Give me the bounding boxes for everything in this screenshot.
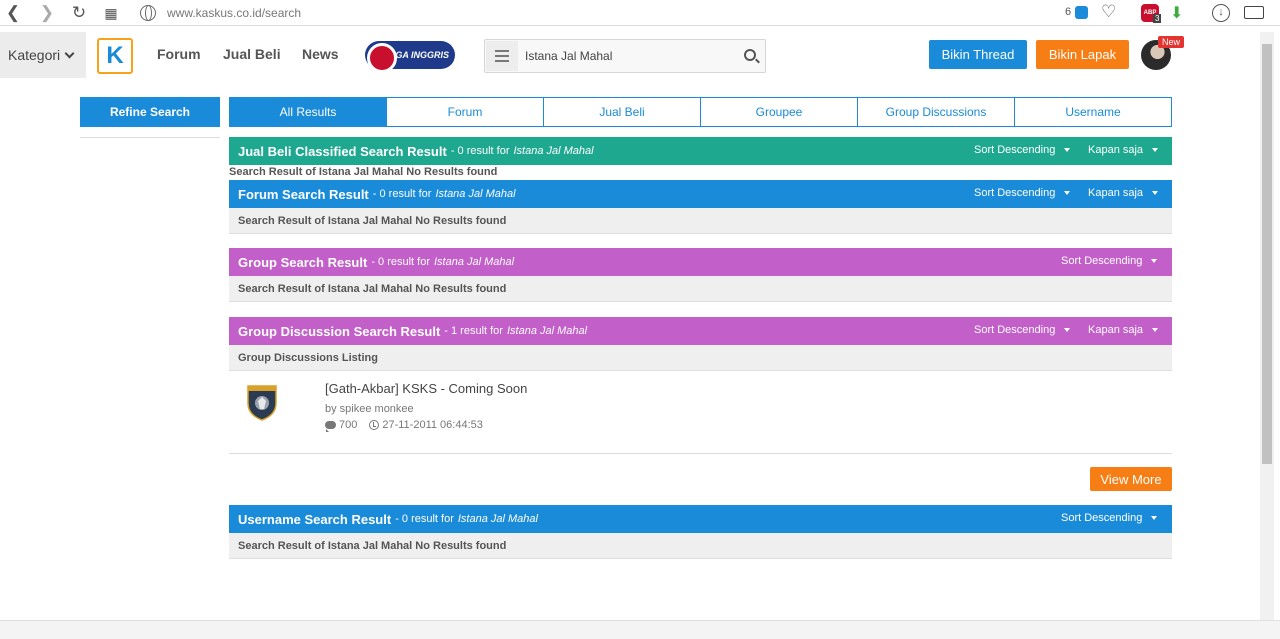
reload-icon[interactable]: ↻ [68,3,90,23]
sort-dropdown[interactable]: Sort Descending [1061,512,1157,524]
tab-groupee[interactable]: Groupee [701,98,858,126]
downloads-icon[interactable]: ↓ [1212,4,1230,22]
url-text: www.kaskus.co.id/search [167,6,302,20]
site-header: Kategori K Forum Jual Beli News LIGA ING… [0,32,1260,78]
search-input[interactable]: Istana Jal Mahal [525,49,612,63]
tab-forum[interactable]: Forum [387,98,544,126]
query-text: Istana Jal Mahal [513,145,594,157]
scrollbar-thumb[interactable] [1262,44,1272,464]
search-menu-icon[interactable] [486,41,518,71]
extension-count: 6 [1065,6,1072,18]
group-section-header: Group Search Result - 0 result for Istan… [229,248,1172,276]
nav-news[interactable]: News [302,46,339,62]
battery-icon [1244,6,1264,19]
sort-dropdown[interactable]: Sort Descending [1061,255,1157,267]
username-section-header: Username Search Result - 0 result for Is… [229,505,1172,533]
globe-icon [140,5,156,21]
comment-icon [325,421,336,432]
footer-strip [0,620,1280,639]
query-text: Istana Jal Mahal [506,325,588,337]
page-scrollbar[interactable] [1260,32,1274,620]
kategori-label: Kategori [8,47,61,63]
section-title: Group Discussion Search Result [238,323,441,339]
result-count: - 0 result for [372,188,432,200]
discussion-date: 27-11-2011 06:44:53 [382,419,483,431]
adblock-count: 3 [1153,14,1162,23]
forward-icon[interactable]: ❯ [36,3,58,23]
new-badge: New [1158,36,1185,48]
bikin-thread-button[interactable]: Bikin Thread [929,40,1027,69]
forum-section-header: Forum Search Result - 0 result for Istan… [229,180,1172,208]
address-bar[interactable]: www.kaskus.co.id/search [134,1,1094,25]
jual-beli-section-header: Jual Beli Classified Search Result - 0 r… [229,137,1172,165]
tab-all-results[interactable]: All Results [230,98,387,126]
result-tabs: All Results Forum Jual Beli Groupee Grou… [229,97,1172,127]
username-no-results: Search Result of Istana Jal Mahal No Res… [229,533,1172,559]
result-count: - 0 result for [395,513,454,525]
comment-count-group: 700 [325,419,358,432]
search-box: Istana Jal Mahal [484,39,766,73]
discussion-author: by spikee monkee [325,403,414,415]
section-title: Forum Search Result [238,186,369,202]
group-discussions-listing-label: Group Discussions Listing [229,345,1172,371]
heart-icon[interactable]: ♡ [1101,2,1116,22]
kategori-dropdown[interactable]: Kategori [0,32,86,78]
query-text: Istana Jal Mahal [435,188,516,200]
bikin-lapak-button[interactable]: Bikin Lapak [1036,40,1129,69]
sort-dropdown[interactable]: Sort Descending [974,144,1070,156]
clock-icon [369,420,380,430]
chevron-down-icon [64,48,75,58]
group-discussion-section-header: Group Discussion Search Result - 1 resul… [229,317,1172,345]
discussion-meta: 700 27-11-2011 06:44:53 [325,419,483,432]
apps-grid-icon[interactable]: ▦ [100,3,122,23]
forum-no-results: Search Result of Istana Jal Mahal No Res… [229,208,1172,234]
search-icon[interactable] [744,49,756,61]
nav-jual-beli[interactable]: Jual Beli [223,46,281,62]
jual-beli-no-results: Search Result of Istana Jal Mahal No Res… [229,166,498,178]
section-title: Username Search Result [238,511,392,527]
liga-inggris-logo[interactable]: LIGA INGGRIS [365,41,455,73]
date-group: 27-11-2011 06:44:53 [369,419,483,431]
comment-count: 700 [339,419,358,431]
query-text: Istana Jal Mahal [434,256,515,268]
browser-toolbar: ❮ ❯ ↻ ▦ www.kaskus.co.id/search 6 ♡ ABP … [0,0,1280,26]
download-arrow-icon[interactable]: ⬇ [1170,3,1183,23]
group-no-results: Search Result of Istana Jal Mahal No Res… [229,276,1172,302]
sidebar-divider [80,137,220,138]
time-dropdown[interactable]: Kapan saja [1088,324,1158,336]
list-item[interactable]: [Gath-Akbar] KSKS - Coming Soon by spike… [229,371,1172,454]
tab-username[interactable]: Username [1015,98,1171,126]
time-dropdown[interactable]: Kapan saja [1088,187,1158,199]
back-icon[interactable]: ❮ [2,3,24,23]
sort-dropdown[interactable]: Sort Descending [974,324,1070,336]
refine-search-button[interactable]: Refine Search [80,97,220,127]
tab-jual-beli[interactable]: Jual Beli [544,98,701,126]
view-more-button[interactable]: View More [1090,467,1172,491]
section-title: Jual Beli Classified Search Result [238,143,447,159]
section-title: Group Search Result [238,254,368,270]
result-count: - 1 result for [444,325,503,337]
result-count: - 0 result for [371,256,430,268]
result-count: - 0 result for [450,145,510,157]
kaskus-logo[interactable]: K [97,38,133,74]
nav-forum[interactable]: Forum [157,46,201,62]
tab-group-discussions[interactable]: Group Discussions [858,98,1015,126]
query-text: Istana Jal Mahal [457,513,538,525]
sort-dropdown[interactable]: Sort Descending [974,187,1070,199]
group-emblem-icon [247,385,277,421]
discussion-title-link[interactable]: [Gath-Akbar] KSKS - Coming Soon [325,381,527,396]
shield-icon[interactable] [1075,6,1088,19]
time-dropdown[interactable]: Kapan saja [1088,144,1158,156]
